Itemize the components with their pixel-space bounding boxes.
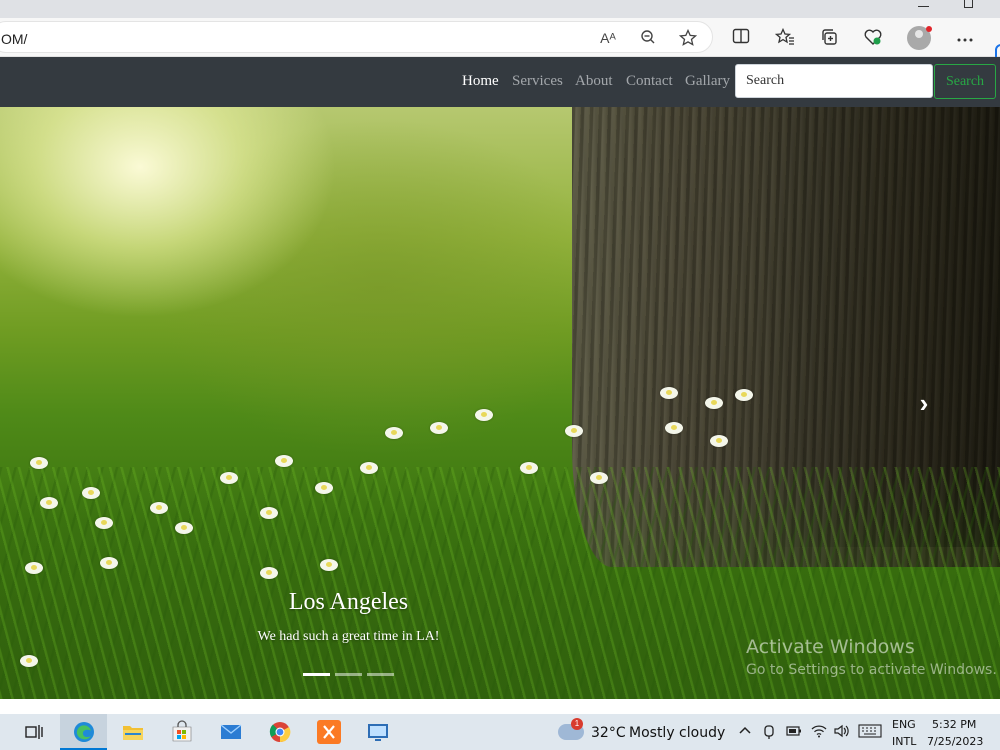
flower <box>275 455 293 467</box>
page-bottom <box>0 699 1000 714</box>
flower <box>30 457 48 469</box>
microsoft-store-icon[interactable] <box>170 720 194 744</box>
nav-link-home[interactable]: Home <box>462 73 499 90</box>
flower <box>25 562 43 574</box>
search-button[interactable]: Search <box>934 64 996 99</box>
chevron-up-icon[interactable] <box>738 724 752 742</box>
hero-carousel: Los Angeles We had such a great time in … <box>0 107 1000 699</box>
flower <box>565 425 583 437</box>
flower <box>260 567 278 579</box>
carousel-indicator-1[interactable] <box>303 673 330 676</box>
carousel-caption-text: We had such a great time in LA! <box>257 629 440 644</box>
flower <box>590 472 608 484</box>
task-view-icon[interactable] <box>22 720 46 744</box>
minimize-button[interactable] <box>918 6 929 7</box>
collections-icon[interactable] <box>819 28 839 48</box>
remote-desktop-icon[interactable] <box>366 720 390 744</box>
flower <box>665 422 683 434</box>
battery-icon[interactable] <box>786 724 802 742</box>
volume-icon[interactable] <box>833 724 851 742</box>
read-aloud-icon[interactable]: Aᴬ <box>599 29 617 47</box>
search-input[interactable] <box>735 64 933 98</box>
language-code[interactable]: ENG <box>892 718 916 731</box>
keyboard-layout[interactable]: INTL <box>892 735 916 748</box>
site-navbar: Home Services About Contact Gallary Sear… <box>0 57 1000 107</box>
flower <box>220 472 238 484</box>
nav-link-about[interactable]: About <box>575 73 613 90</box>
weather-badge: 1 <box>571 718 583 730</box>
profile-notification-dot <box>926 26 932 32</box>
flower <box>40 497 58 509</box>
activate-windows-subtitle: Go to Settings to activate Windows. <box>746 662 997 678</box>
more-options-icon[interactable] <box>955 28 975 48</box>
flower <box>175 522 193 534</box>
flower <box>385 427 403 439</box>
flower <box>150 502 168 514</box>
zoom-out-icon[interactable] <box>639 29 657 47</box>
flower <box>475 409 493 421</box>
nav-link-contact[interactable]: Contact <box>626 73 673 90</box>
flower <box>705 397 723 409</box>
flower <box>660 387 678 399</box>
carousel-indicator-3[interactable] <box>367 673 394 676</box>
browser-toolbar: OM/ Aᴬ <box>0 18 1000 70</box>
flower <box>95 517 113 529</box>
flower <box>20 655 38 667</box>
restore-button[interactable] <box>964 0 973 8</box>
nav-link-gallary[interactable]: Gallary <box>685 73 730 90</box>
star-icon[interactable] <box>678 28 698 47</box>
address-bar[interactable]: OM/ Aᴬ <box>0 21 713 53</box>
window-titlebar <box>0 0 1000 18</box>
address-url[interactable]: OM/ <box>1 31 27 47</box>
flower <box>520 462 538 474</box>
flower <box>320 559 338 571</box>
flower <box>315 482 333 494</box>
carousel-next-icon[interactable]: › <box>912 389 936 417</box>
mail-icon[interactable] <box>219 720 243 744</box>
clock-date[interactable]: 7/25/2023 <box>927 735 983 748</box>
favorites-icon[interactable] <box>774 27 795 48</box>
meet-now-icon[interactable] <box>762 724 776 744</box>
flower <box>360 462 378 474</box>
wifi-icon[interactable] <box>811 724 827 742</box>
flower <box>260 507 278 519</box>
nav-link-services[interactable]: Services <box>512 73 563 90</box>
windows-taskbar: 1 32°C Mostly cloudy ENG INTL 5:32 PM 7/… <box>0 714 1000 750</box>
xampp-icon[interactable] <box>317 720 341 744</box>
split-screen-icon[interactable] <box>731 28 751 48</box>
edge-icon[interactable] <box>72 720 96 744</box>
browser-essentials-icon[interactable] <box>863 28 883 48</box>
flower <box>430 422 448 434</box>
carousel-caption-title: Los Angeles <box>288 589 409 615</box>
weather-temperature[interactable]: 32°C <box>591 725 626 741</box>
carousel-indicator-2[interactable] <box>335 673 362 676</box>
activate-windows-title: Activate Windows <box>746 636 915 658</box>
keyboard-icon[interactable] <box>858 724 882 742</box>
flower <box>82 487 100 499</box>
weather-condition[interactable]: Mostly cloudy <box>629 725 725 741</box>
clock-time[interactable]: 5:32 PM <box>932 718 976 731</box>
flower <box>735 389 753 401</box>
flower <box>710 435 728 447</box>
chrome-icon[interactable] <box>268 720 292 744</box>
file-explorer-icon[interactable] <box>121 720 145 744</box>
flower <box>100 557 118 569</box>
